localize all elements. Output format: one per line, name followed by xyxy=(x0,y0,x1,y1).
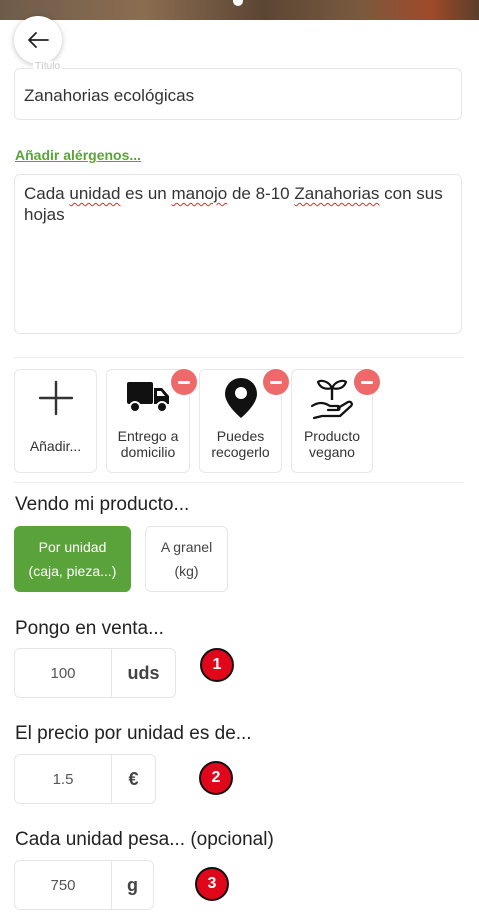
feature-label-line: domicilio xyxy=(120,444,176,460)
plant-hand-icon xyxy=(310,379,353,420)
description-word: unidad xyxy=(69,184,121,203)
quantity-title: Pongo en venta... xyxy=(15,618,164,639)
sell-option-line: (caja, pieza...) xyxy=(28,563,117,579)
sell-option-line: A granel xyxy=(160,539,213,555)
back-button[interactable] xyxy=(14,16,62,64)
sell-option-line: Por unidad xyxy=(38,539,107,555)
weight-field[interactable]: 750 g xyxy=(14,860,154,910)
feature-label-line: Puedes xyxy=(216,428,265,444)
sell-per-unit-button[interactable]: Por unidad (caja, pieza...) xyxy=(14,526,131,592)
feature-label: Producto vegano xyxy=(292,428,372,460)
price-title: El precio por unidad es de... xyxy=(15,723,252,744)
minus-icon xyxy=(178,380,190,384)
weight-title: Cada unidad pesa... (opcional) xyxy=(15,829,274,850)
feature-label-line: recogerlo xyxy=(211,444,270,460)
feature-label: Entrego a domicilio xyxy=(107,428,189,460)
arrow-left-icon xyxy=(28,32,49,48)
divider xyxy=(14,482,464,483)
weight-unit: g xyxy=(127,874,138,895)
remove-feature-button[interactable] xyxy=(171,369,197,395)
quantity-field[interactable]: 100 uds xyxy=(14,648,176,698)
sell-bulk-button[interactable]: A granel (kg) xyxy=(145,526,228,592)
add-allergens-link[interactable]: Añadir alérgenos... xyxy=(15,147,141,163)
description-text: es un xyxy=(120,184,172,203)
quantity-input[interactable]: 100 xyxy=(15,649,112,697)
feature-label: Puedes recogerlo xyxy=(200,428,281,460)
feature-chip-home-delivery[interactable]: Entrego a domicilio xyxy=(106,369,197,473)
divider xyxy=(14,357,464,358)
step-badge: 2 xyxy=(199,761,233,795)
remove-feature-button[interactable] xyxy=(354,369,380,395)
title-field-value: Zanahorias ecológicas xyxy=(24,86,195,105)
title-field-label: Título xyxy=(33,61,63,72)
remove-feature-button[interactable] xyxy=(263,369,289,395)
add-feature-label: Añadir... xyxy=(29,438,82,454)
weight-input[interactable]: 750 xyxy=(15,861,112,909)
minus-icon xyxy=(361,380,373,384)
description-word: manojo xyxy=(171,184,228,203)
minus-icon xyxy=(270,380,282,384)
price-unit: € xyxy=(128,768,139,789)
add-feature-button[interactable]: Añadir... xyxy=(14,369,97,473)
feature-label-line: Entrego a xyxy=(117,428,179,444)
feature-label-line: vegano xyxy=(309,444,355,460)
step-badge: 1 xyxy=(200,648,234,682)
description-text: de 8-10 xyxy=(227,184,295,203)
feature-label-line: Producto xyxy=(303,428,361,444)
title-field[interactable]: Título Zanahorias ecológicas xyxy=(14,61,462,120)
feature-chip-vegan[interactable]: Producto vegano xyxy=(291,369,380,473)
truck-icon xyxy=(127,382,169,413)
sell-mode-title: Vendo mi producto... xyxy=(15,494,190,515)
description-textarea[interactable]: Cada unidad es un manojo de 8-10 Zanahor… xyxy=(14,174,462,334)
feature-chip-pickup[interactable]: Puedes recogerlo xyxy=(199,369,289,473)
step-badge: 3 xyxy=(195,867,229,901)
map-pin-icon xyxy=(224,378,257,418)
plus-icon-wrap xyxy=(15,380,96,416)
price-input[interactable]: 1.5 xyxy=(15,755,112,803)
sell-option-line: (kg) xyxy=(174,563,199,579)
quantity-unit: uds xyxy=(127,662,160,683)
description-word: Zanahorias xyxy=(294,184,380,203)
plus-icon xyxy=(38,380,73,416)
description-word: Cada xyxy=(24,184,65,203)
price-field[interactable]: 1.5 € xyxy=(14,754,156,804)
